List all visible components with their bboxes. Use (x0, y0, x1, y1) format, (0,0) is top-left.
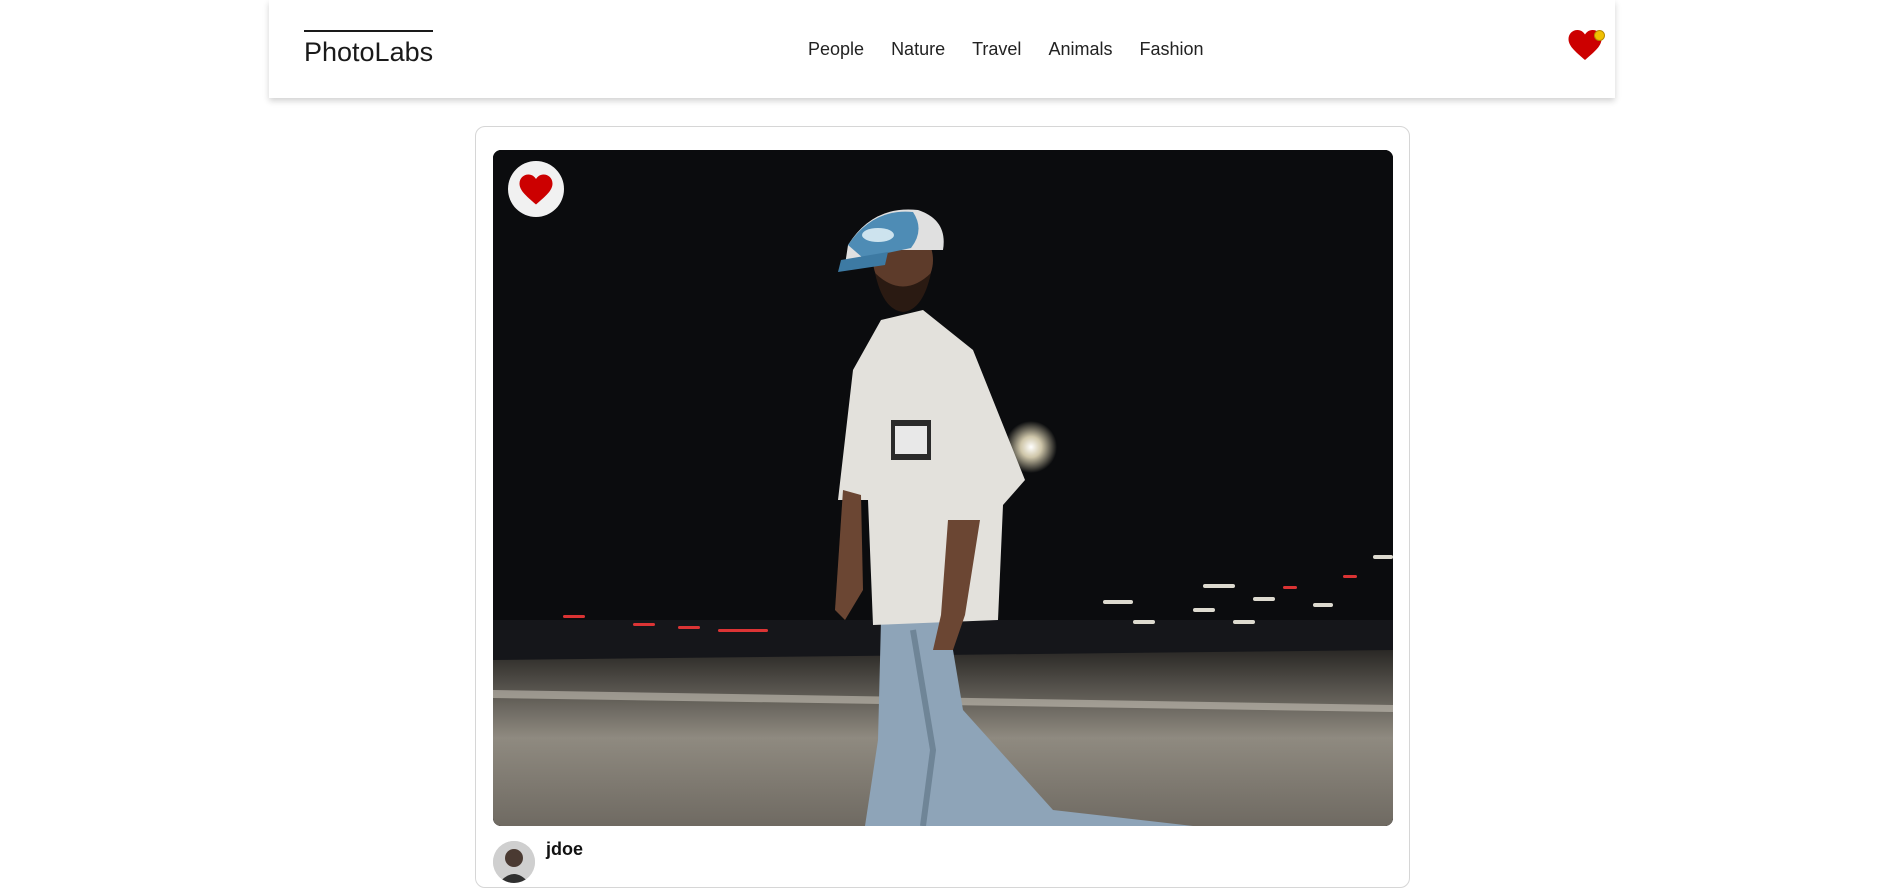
heart-icon (519, 174, 553, 204)
nav-link-people[interactable]: People (808, 38, 864, 60)
avatar-icon (493, 841, 535, 883)
avatar (493, 841, 535, 883)
username[interactable]: jdoe (546, 839, 583, 860)
notification-dot (1594, 30, 1605, 41)
photo-image[interactable] (493, 150, 1393, 826)
nav-link-fashion[interactable]: Fashion (1139, 38, 1203, 60)
photo-night-walker (493, 150, 1393, 826)
topic-nav: People Nature Travel Animals Fashion (808, 38, 1204, 60)
favorites-badge[interactable] (1567, 28, 1605, 64)
app-logo[interactable]: PhotoLabs (304, 30, 434, 66)
nav-link-animals[interactable]: Animals (1048, 38, 1112, 60)
photo-card: jdoe (475, 126, 1410, 888)
favorite-button[interactable] (508, 161, 564, 217)
top-navigation-bar: PhotoLabs People Nature Travel Animals F… (269, 0, 1615, 98)
nav-link-travel[interactable]: Travel (972, 38, 1021, 60)
nav-link-nature[interactable]: Nature (891, 38, 945, 60)
